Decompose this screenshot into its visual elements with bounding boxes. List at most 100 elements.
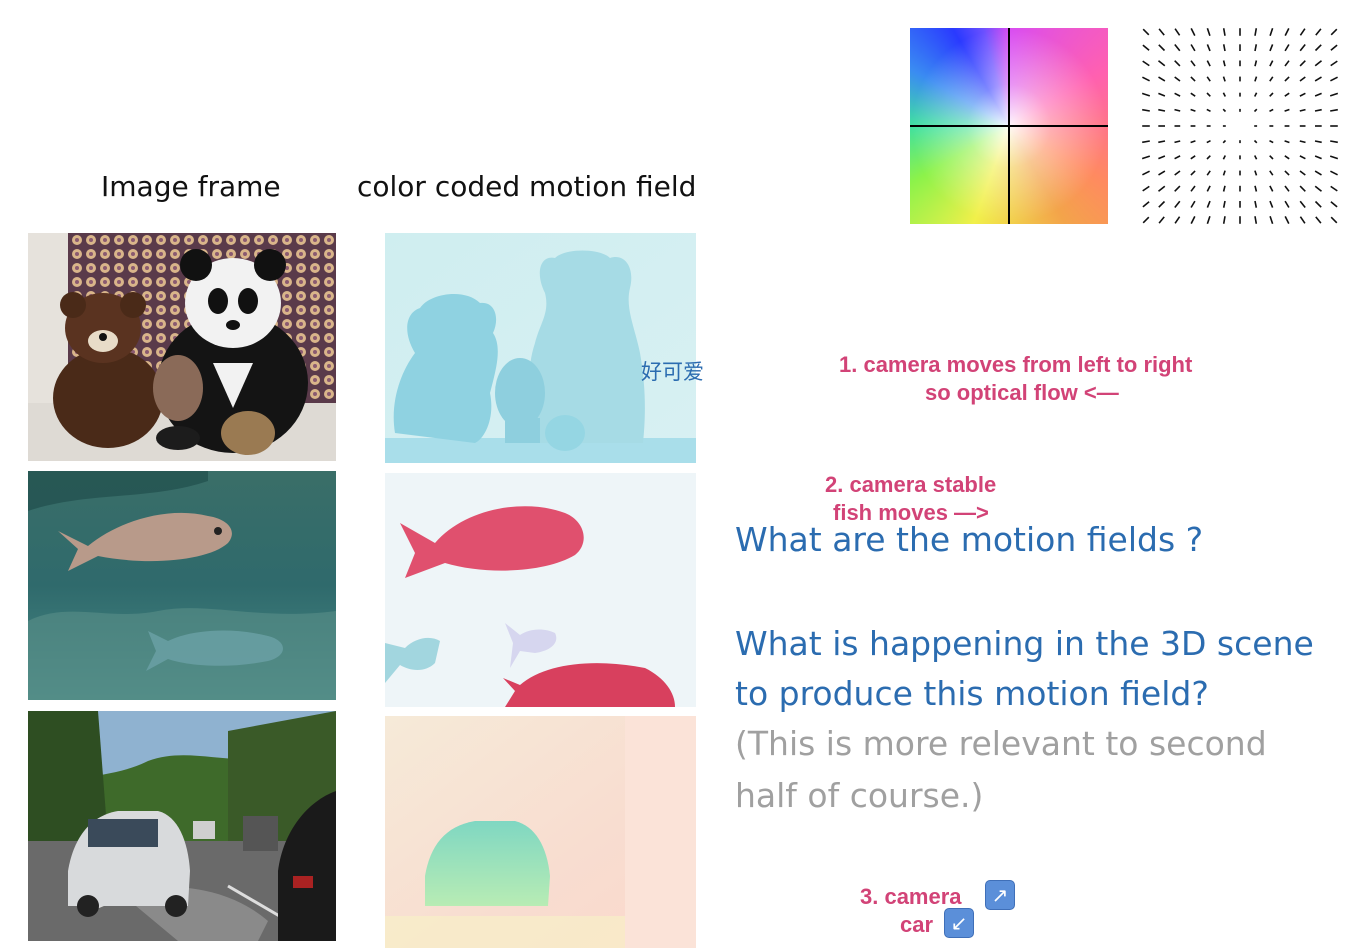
flow-vector <box>1314 170 1322 176</box>
flow-vector <box>1299 92 1306 97</box>
flow-vector <box>1299 28 1306 36</box>
flow-vector <box>1284 44 1290 52</box>
flow-vector <box>1299 200 1306 208</box>
flow-vector <box>1254 44 1258 52</box>
flow-vector <box>1269 60 1274 67</box>
note-2-line-1: 2. camera stable <box>825 472 997 497</box>
flow-vector <box>1284 155 1290 160</box>
flow-vector-legend <box>1138 26 1342 226</box>
flow-vector <box>1174 155 1181 160</box>
flow-vector <box>1222 139 1227 144</box>
flow-vector <box>1330 216 1338 224</box>
arrow-up-right-icon: ↗ <box>985 880 1015 910</box>
flow-vector <box>1269 200 1274 208</box>
flow-vector <box>1206 27 1211 37</box>
flow-vector <box>1299 155 1306 160</box>
flow-vector <box>1222 185 1226 192</box>
flow-vector <box>1222 108 1227 113</box>
flow-vector <box>1206 92 1211 97</box>
flow-vector <box>1314 200 1322 208</box>
flow-vector <box>1222 60 1226 67</box>
flow-vector <box>1142 216 1150 224</box>
fish-image-frame <box>28 471 336 700</box>
flow-vector <box>1174 200 1181 208</box>
flow-vector <box>1222 92 1227 97</box>
flow-vector <box>1284 76 1290 82</box>
color-wheel-legend <box>910 28 1108 224</box>
flow-vector <box>1158 108 1166 112</box>
flow-vector <box>1174 92 1181 97</box>
bears-image-frame <box>28 233 336 461</box>
flow-vector <box>1314 92 1322 97</box>
bears-motion-field <box>385 233 696 463</box>
flow-vector <box>1206 185 1211 192</box>
flow-vector <box>1158 170 1166 176</box>
flow-vector <box>1269 108 1274 113</box>
flow-vector <box>1142 76 1150 82</box>
flow-vector <box>1158 60 1166 67</box>
flow-vector <box>1142 60 1150 67</box>
flow-vector <box>1269 44 1274 52</box>
flow-vector <box>1330 185 1338 192</box>
flow-vector <box>1330 170 1338 176</box>
flow-vector <box>1142 170 1150 176</box>
question-3d-scene-line-2: to produce this motion field? <box>735 674 1209 713</box>
flow-vector <box>1329 92 1339 97</box>
chinese-annotation: 好可爱 <box>641 360 704 384</box>
flow-vector <box>1299 44 1306 52</box>
flow-vector <box>1329 155 1339 160</box>
flow-vector <box>1314 155 1322 160</box>
flow-vector <box>1315 28 1322 36</box>
flow-vector <box>1269 170 1274 176</box>
flow-vector <box>1158 155 1166 160</box>
flow-vector <box>1190 155 1196 160</box>
flow-vector <box>1314 60 1322 67</box>
flow-vector <box>1314 140 1322 144</box>
question-3d-scene-line-1: What is happening in the 3D scene <box>735 624 1314 663</box>
flow-vector <box>1330 60 1338 67</box>
flow-vector <box>1222 155 1227 160</box>
flow-vector <box>1222 76 1226 82</box>
flow-vector <box>1330 44 1338 51</box>
flow-vector <box>1190 44 1196 52</box>
flow-vector <box>1269 76 1274 82</box>
flow-vector <box>1314 76 1322 82</box>
flow-vector <box>1174 170 1181 176</box>
flow-vector <box>1253 92 1258 97</box>
fish-motion-field <box>385 473 696 707</box>
flow-vector <box>1254 76 1258 82</box>
flow-vector <box>1253 139 1258 144</box>
flow-vector <box>1254 60 1258 67</box>
flow-vector <box>1158 92 1166 97</box>
flow-vector <box>1190 92 1196 97</box>
flow-vector <box>1284 28 1290 36</box>
flow-vector <box>1315 216 1322 224</box>
flow-vector <box>1284 140 1290 144</box>
flow-vector <box>1330 76 1338 82</box>
flow-vector <box>1222 200 1226 208</box>
car-motion-field <box>385 716 696 948</box>
flow-vector <box>1330 140 1338 144</box>
flow-vector <box>1174 140 1181 144</box>
flow-vector <box>1299 170 1306 176</box>
note-1-line-1: 1. camera moves from left to right <box>839 352 1193 377</box>
flow-vector <box>1142 201 1150 208</box>
flow-vector <box>1142 44 1150 51</box>
flow-vector <box>1254 170 1258 176</box>
flow-vector <box>1190 185 1196 192</box>
flow-vector <box>1330 201 1338 208</box>
flow-vector <box>1174 76 1181 82</box>
note-3-line-2: car <box>900 912 934 937</box>
flow-vector <box>1142 28 1150 36</box>
flow-vector <box>1141 92 1151 97</box>
flow-vector <box>1284 60 1290 67</box>
flow-vector <box>1222 44 1226 52</box>
note-1-line-2: so optical flow <— <box>925 380 1119 405</box>
flow-vector <box>1158 140 1166 144</box>
flow-vector <box>1158 185 1166 192</box>
flow-vector <box>1253 108 1258 113</box>
flow-vector <box>1299 108 1306 112</box>
flow-vector <box>1190 108 1196 112</box>
flow-vector <box>1284 200 1290 208</box>
flow-vector <box>1174 185 1181 192</box>
